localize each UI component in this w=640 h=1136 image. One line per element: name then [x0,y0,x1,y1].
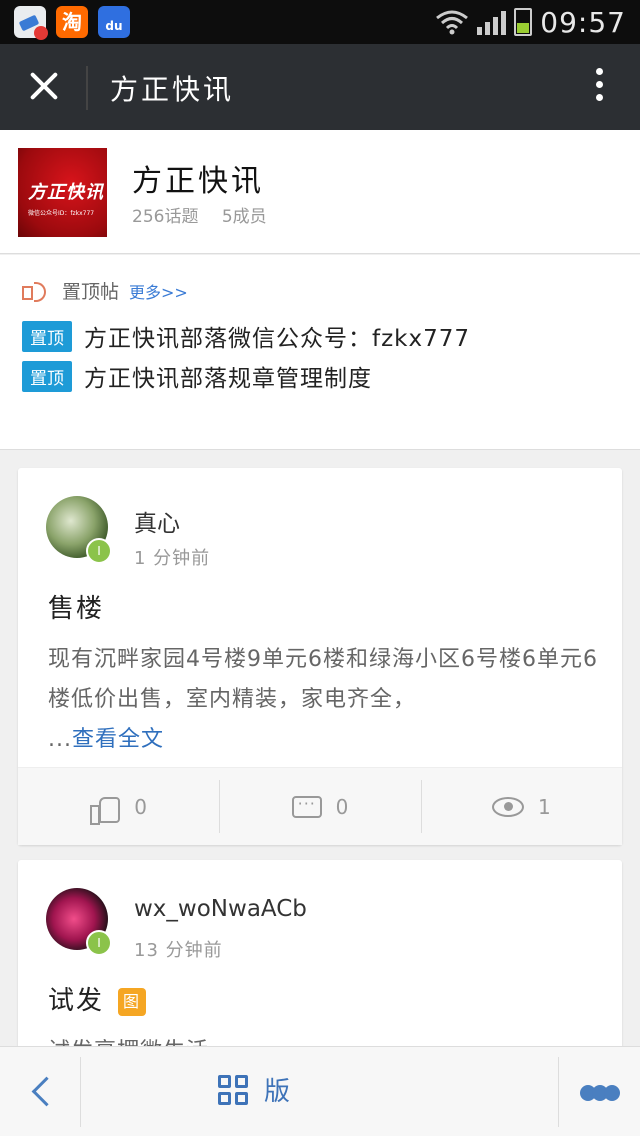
post-actions: 0 0 1 [18,767,622,845]
pinned-label: 置顶帖 [62,281,120,303]
bottom-bar: 版 [0,1046,640,1136]
member-count: 5成员 [221,207,267,227]
baidu-app-icon: du [98,6,130,38]
group-header[interactable]: 方正快讯 微信公众号ID：fzkx777 方正快讯 256话题 5成员 [0,130,640,254]
status-bar: 淘 du 09:57 [0,0,640,44]
read-more-link[interactable]: 查看全文 [72,727,164,752]
back-button[interactable] [30,1075,50,1107]
pinned-item[interactable]: 置顶 方正快讯部落微信公众号：fzkx777 [22,319,470,353]
title-divider [86,66,88,110]
post-time: 1 分钟前 [134,548,211,569]
pinned-item-title: 方正快讯部落规章管理制度 [84,366,372,392]
group-stats: 256话题 5成员 [132,202,285,227]
status-time: 09:57 [540,5,626,39]
speaker-icon [22,280,48,302]
view-count: 1 [537,794,551,819]
menu-dots-button[interactable] [580,1085,620,1101]
image-badge-icon: 图 [118,987,147,1016]
comment-button[interactable]: 0 [219,768,420,845]
level-badge: I [86,538,112,564]
comment-count: 0 [335,794,349,819]
pinned-item[interactable]: 置顶 方正快讯部落规章管理制度 [22,359,372,393]
group-name: 方正快讯 [132,164,264,199]
level-badge: I [86,930,112,956]
topic-count: 256话题 [132,207,199,227]
pinned-more-link[interactable]: 更多>> [129,279,188,303]
like-count: 0 [134,794,148,819]
post-title: 售楼 [48,594,105,624]
more-options-button[interactable] [596,68,606,108]
post-title-row: 试发图 [48,980,147,1017]
cell-signal-icon [477,9,507,35]
pinned-tag: 置顶 [22,360,72,392]
close-button[interactable] [24,66,64,106]
grid-icon [218,1074,248,1105]
post-time: 13 分钟前 [134,940,223,961]
post-author[interactable]: wx_woNwaACb [134,896,307,922]
pinned-tag: 置顶 [22,320,72,352]
thumbs-up-icon [90,793,121,825]
pinned-section: 置顶帖 更多>> 置顶 方正快讯部落微信公众号：fzkx777 置顶 方正快讯部… [0,255,640,450]
post-card[interactable]: I 真心 1 分钟前 售楼 现有沉畔家园4号楼9单元6楼和绿海小区6号楼6单元6… [18,468,622,845]
group-logo: 方正快讯 微信公众号ID：fzkx777 [18,148,107,237]
post-author[interactable]: 真心 [134,504,180,538]
eye-icon [491,796,524,817]
views-indicator: 1 [420,768,622,845]
layout-button[interactable]: 版 [218,1071,290,1108]
wifi-icon [436,10,469,35]
battery-icon [514,8,533,36]
cleaner-app-icon [14,6,48,40]
layout-label: 版 [264,1077,291,1107]
page-title: 方正快讯 [110,73,235,106]
like-button[interactable]: 0 [18,768,219,845]
post-title: 试发 [48,986,105,1016]
pinned-item-title: 方正快讯部落微信公众号：fzkx777 [84,326,471,352]
post-body: 现有沉畔家园4号楼9单元6楼和绿海小区6号楼6单元6楼低价出售，室内精装，家电齐… [48,647,598,752]
comment-icon [291,794,322,818]
taobao-app-icon: 淘 [56,6,88,38]
title-bar: 方正快讯 [0,44,640,130]
post-card[interactable]: I wx_woNwaACb 13 分钟前 试发图 试发享摆微生活 [18,860,622,1060]
divider [80,1057,81,1127]
divider [558,1057,559,1127]
